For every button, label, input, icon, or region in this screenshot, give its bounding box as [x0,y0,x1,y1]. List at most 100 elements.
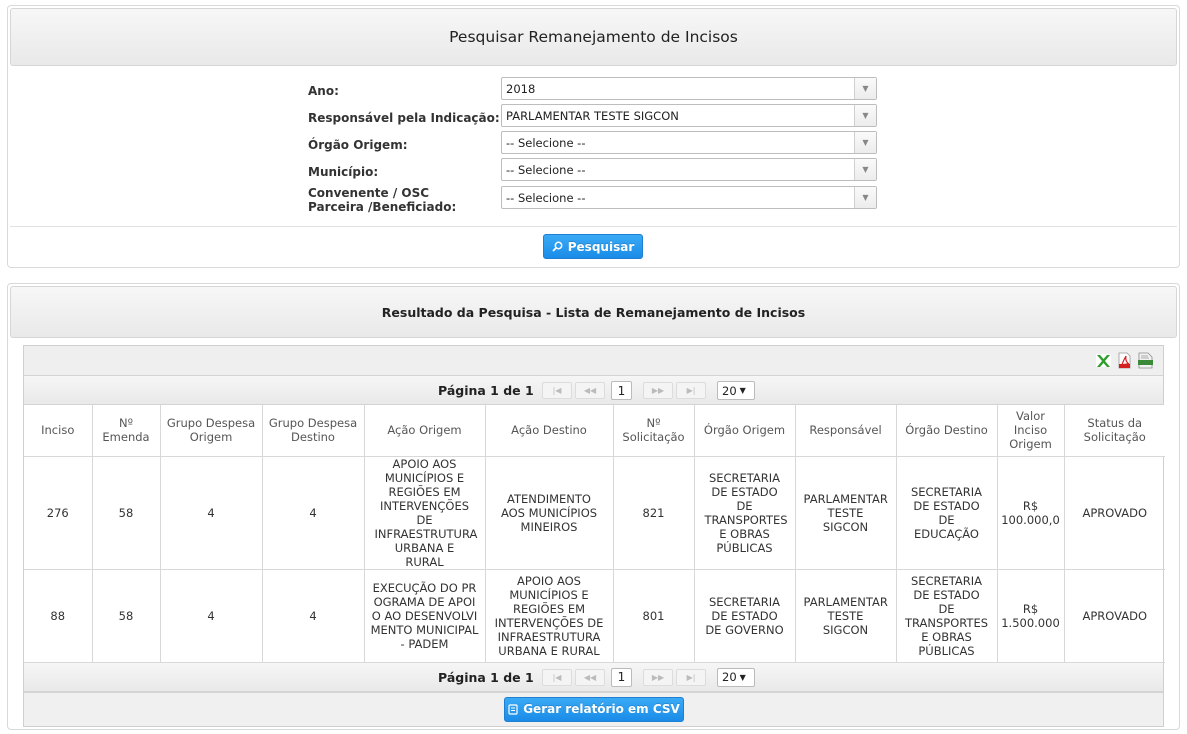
table-cell: SECRETARIA DE ESTADO DE EDUCAÇÃO [896,456,998,570]
last-page-button[interactable]: ▶| [676,382,706,399]
column-header[interactable]: Ação Origem [364,405,486,457]
ano-label: Ano: [308,84,339,98]
ano-select-value: 2018 [506,81,536,96]
responsavel-label: Responsável pela Indicação: [308,111,500,125]
chevron-down-icon: ▼ [739,672,746,682]
grid-footer: Gerar relatório em CSV [24,691,1163,726]
excel-icon[interactable] [1095,352,1112,369]
first-page-button[interactable]: |◀ [542,382,572,399]
table-cell: R$ 1.500.000 [997,569,1065,663]
page-number-input[interactable]: 1 [611,667,632,687]
convenente-select-value: -- Selecione -- [506,190,586,205]
page-size-select[interactable]: 20 ▼ [717,667,755,687]
last-page-button[interactable]: ▶| [676,668,706,686]
table-cell: SECRETARIA DE ESTADO DE GOVERNO [694,569,796,663]
column-header[interactable]: Status da Solicitação [1064,405,1165,457]
search-panel-title: Pesquisar Remanejamento de Incisos [449,28,738,46]
column-header[interactable]: Órgão Origem [694,405,796,457]
page-size-value: 20 [722,383,737,398]
form-row-ano: Ano: [308,82,500,100]
column-header[interactable]: Ação Destino [485,405,614,457]
table-cell: SECRETARIA DE ESTADO DE TRANSPORTES E OB… [694,456,796,570]
document-icon [508,703,518,715]
prev-page-button[interactable]: ◀◀ [575,668,605,686]
table-cell: 4 [160,456,263,570]
search-panel: Pesquisar Remanejamento de Incisos Ano: … [7,5,1180,268]
table-cell: APROVADO [1064,456,1165,570]
next-page-button[interactable]: ▶▶ [643,668,673,686]
table-cell: PARLAMENTAR TESTE SIGCON [795,569,897,663]
table-row[interactable]: 276 58 4 4 APOIO AOS MUNICÍPIOS E REGIÕE… [24,456,1165,570]
search-button[interactable]: Pesquisar [543,234,643,259]
page-size-select[interactable]: 20 ▼ [717,381,755,400]
prev-page-button[interactable]: ◀◀ [575,382,605,399]
table-cell: 88 [24,569,93,663]
page-number-input[interactable]: 1 [611,381,632,400]
table-cell: ATENDIMENTO AOS MUNICÍPIOS MINEIROS [485,456,614,570]
search-panel-header: Pesquisar Remanejamento de Incisos [10,8,1177,66]
column-header[interactable]: Grupo Despesa Origem [160,405,263,457]
table-cell: 4 [262,569,365,663]
results-panel: Resultado da Pesquisa - Lista de Remanej… [7,283,1180,730]
column-header[interactable]: Inciso [24,405,93,457]
next-page-button[interactable]: ▶▶ [643,382,673,399]
csv-icon[interactable] [1137,352,1154,369]
chevron-down-icon[interactable]: ▼ [854,159,876,180]
results-grid: Página 1 de 1 |◀ ◀◀ 1 ▶▶ ▶| 20 ▼ Inciso … [23,345,1165,727]
generate-csv-button[interactable]: Gerar relatório em CSV [504,696,684,722]
orgao-origem-select-value: -- Selecione -- [506,135,586,150]
convenente-label: Convenente / OSC Parceira /Beneficiado: [308,186,457,214]
bottom-pager: Página 1 de 1 |◀ ◀◀ 1 ▶▶ ▶| 20 ▼ [24,662,1163,692]
column-header[interactable]: Valor Inciso Origem [997,405,1065,457]
table-cell: 4 [262,456,365,570]
column-header[interactable]: Responsável [795,405,897,457]
responsavel-select[interactable]: PARLAMENTAR TESTE SIGCON ▼ [501,104,877,127]
pager-text: Página 1 de 1 [438,383,534,398]
chevron-down-icon[interactable]: ▼ [854,187,876,208]
table-cell: APOIO AOS MUNICÍPIOS E REGIÕES EM INTERV… [364,456,486,570]
grid-toolbar [24,346,1163,376]
column-header[interactable]: Nº Emenda [92,405,161,457]
form-row-convenente: Convenente / OSC Parceira /Beneficiado: [308,185,483,215]
chevron-down-icon[interactable]: ▼ [854,105,876,126]
municipio-select-value: -- Selecione -- [506,162,586,177]
results-panel-header: Resultado da Pesquisa - Lista de Remanej… [10,286,1177,338]
table-cell: 58 [92,569,161,663]
table-cell: APOIO AOS MUNICÍPIOS E REGIÕES EM INTERV… [485,569,614,663]
form-row-responsavel: Responsável pela Indicação: [308,109,500,127]
responsavel-select-value: PARLAMENTAR TESTE SIGCON [506,108,679,123]
page-size-value: 20 [722,670,737,684]
table-header-row: Inciso Nº Emenda Grupo Despesa Origem Gr… [24,405,1165,457]
table-cell: 276 [24,456,93,570]
orgao-origem-label: Órgão Origem: [308,138,408,152]
column-header[interactable]: Nº Solicitação [613,405,695,457]
table-cell: 4 [160,569,263,663]
table-cell: EXECUÇÃO DO PROGRAMA DE APOIO AO DESENVO… [364,569,486,663]
municipio-select[interactable]: -- Selecione -- ▼ [501,158,877,181]
first-page-button[interactable]: |◀ [542,668,572,686]
column-header[interactable]: Órgão Destino [896,405,998,457]
municipio-label: Município: [308,165,379,179]
table-cell: 801 [613,569,695,663]
chevron-down-icon[interactable]: ▼ [854,132,876,153]
chevron-down-icon[interactable]: ▼ [854,78,876,99]
form-row-orgao-origem: Órgão Origem: [308,136,500,154]
results-table: Inciso Nº Emenda Grupo Despesa Origem Gr… [24,405,1165,663]
convenente-select[interactable]: -- Selecione -- ▼ [501,186,877,209]
form-row-municipio: Município: [308,163,500,181]
search-button-label: Pesquisar [567,239,635,254]
table-cell: R$ 100.000,0 [997,456,1065,570]
chevron-down-icon: ▼ [739,386,746,395]
table-row[interactable]: 88 58 4 4 EXECUÇÃO DO PROGRAMA DE APOIO … [24,569,1165,663]
column-header[interactable]: Grupo Despesa Destino [262,405,365,457]
orgao-origem-select[interactable]: -- Selecione -- ▼ [501,131,877,154]
table-cell: PARLAMENTAR TESTE SIGCON [795,456,897,570]
form-divider [10,226,1177,227]
ano-select[interactable]: 2018 ▼ [501,77,877,100]
results-panel-title: Resultado da Pesquisa - Lista de Remanej… [381,304,806,320]
top-pager: Página 1 de 1 |◀ ◀◀ 1 ▶▶ ▶| 20 ▼ [24,376,1163,405]
search-icon [552,241,563,252]
table-cell: SECRETARIA DE ESTADO DE TRANSPORTES E OB… [896,569,998,663]
pdf-icon[interactable] [1116,352,1133,369]
table-cell: APROVADO [1064,569,1165,663]
